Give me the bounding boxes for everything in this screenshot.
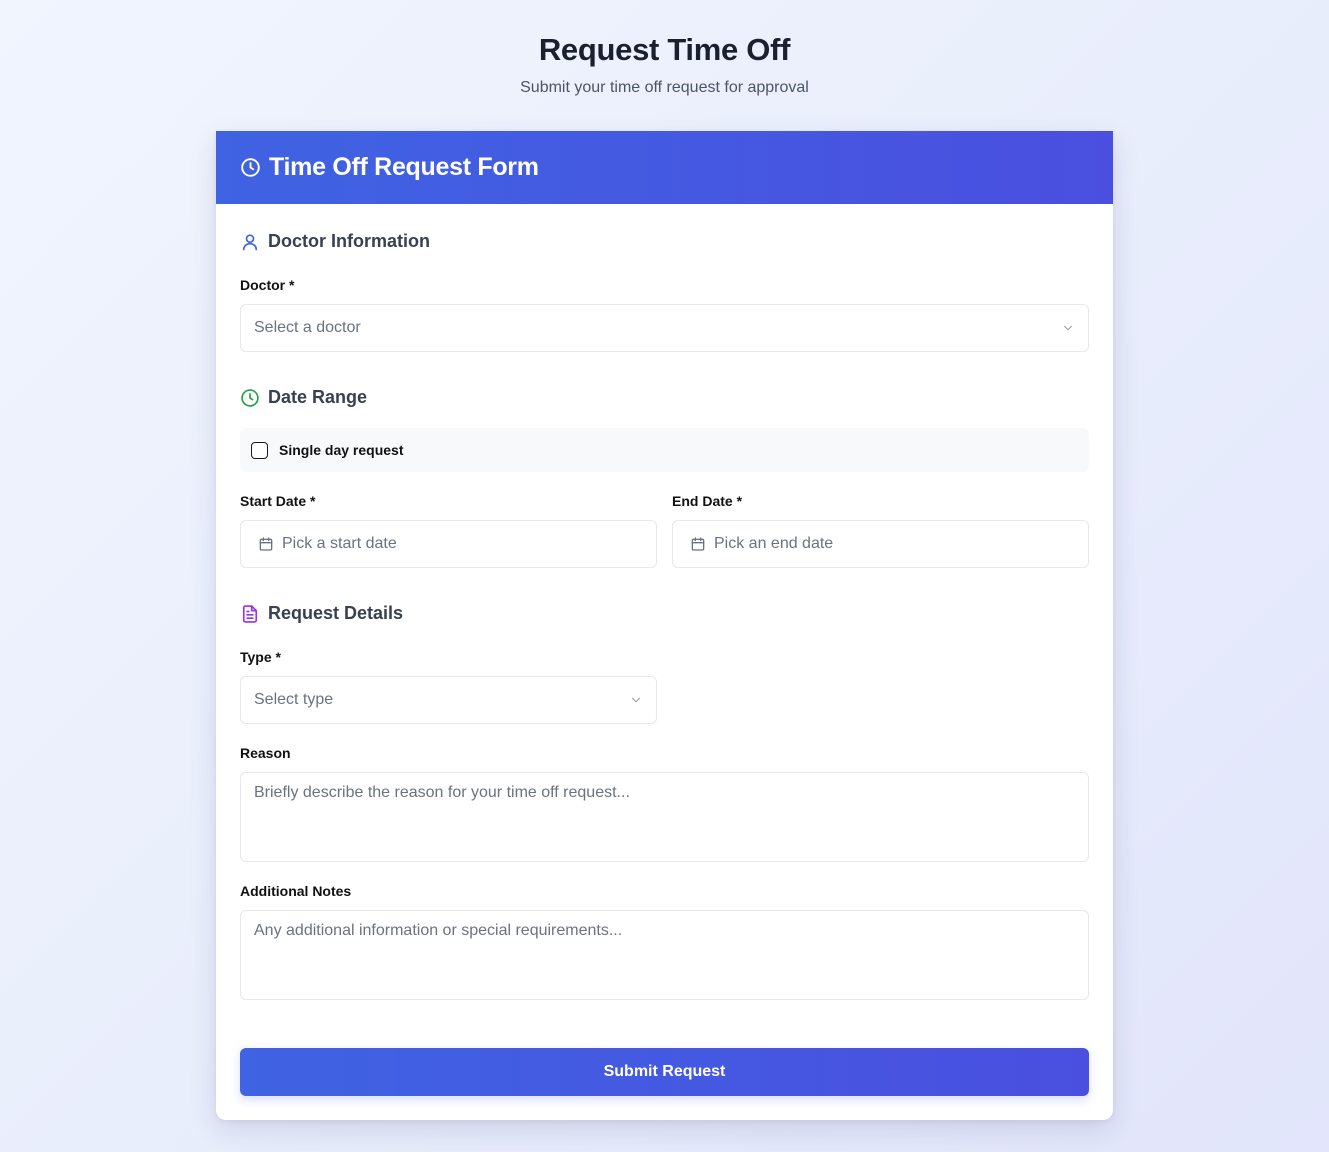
date-range-section-heading: Date Range [240,387,367,408]
reason-placeholder: Briefly describe the reason for your tim… [254,784,630,801]
page-subtitle: Submit your time off request for approva… [520,79,809,96]
submit-request-button[interactable]: Submit Request [240,1048,1089,1096]
clock-icon [240,388,260,408]
start-date-placeholder: Pick a start date [282,535,397,552]
type-select[interactable]: Select type [240,676,657,724]
reason-label: Reason [240,745,291,761]
calendar-icon [690,536,706,552]
single-day-checkbox[interactable] [251,441,268,459]
chevron-down-icon [1061,321,1075,335]
user-icon [240,232,260,252]
single-day-row: Single day request [240,428,1089,472]
details-section-title: Request Details [268,603,404,623]
doctor-select[interactable]: Select a doctor [240,304,1089,352]
end-date-placeholder: Pick an end date [714,535,834,552]
start-date-label: Start Date * [240,493,316,509]
single-day-label[interactable]: Single day request [279,442,403,458]
page-header: Request Time Off Submit your time off re… [0,30,1329,98]
date-range-section-title: Date Range [268,387,368,407]
document-icon [240,604,260,624]
doctor-label: Doctor * [240,277,295,293]
doctor-select-placeholder: Select a doctor [254,319,361,336]
submit-button-label: Submit Request [603,1063,726,1080]
doctor-section-title: Doctor Information [268,231,430,251]
end-date-picker[interactable]: Pick an end date [672,520,1089,568]
form-header: Time Off Request Form [216,131,1113,204]
details-section-heading: Request Details [240,603,403,624]
notes-textarea[interactable]: Any additional information or special re… [240,910,1089,1000]
chevron-down-icon [629,693,643,707]
notes-placeholder: Any additional information or special re… [254,922,623,939]
notes-label: Additional Notes [240,883,352,899]
start-date-picker[interactable]: Pick a start date [240,520,657,568]
type-select-placeholder: Select type [254,691,334,708]
form-title: Time Off Request Form [269,153,539,181]
end-date-label: End Date * [672,493,743,509]
clock-icon [240,157,261,178]
calendar-icon [258,536,274,552]
doctor-section-heading: Doctor Information [240,231,430,252]
type-label: Type * [240,649,281,665]
reason-textarea[interactable]: Briefly describe the reason for your tim… [240,772,1089,862]
page-title: Request Time Off [538,32,791,67]
